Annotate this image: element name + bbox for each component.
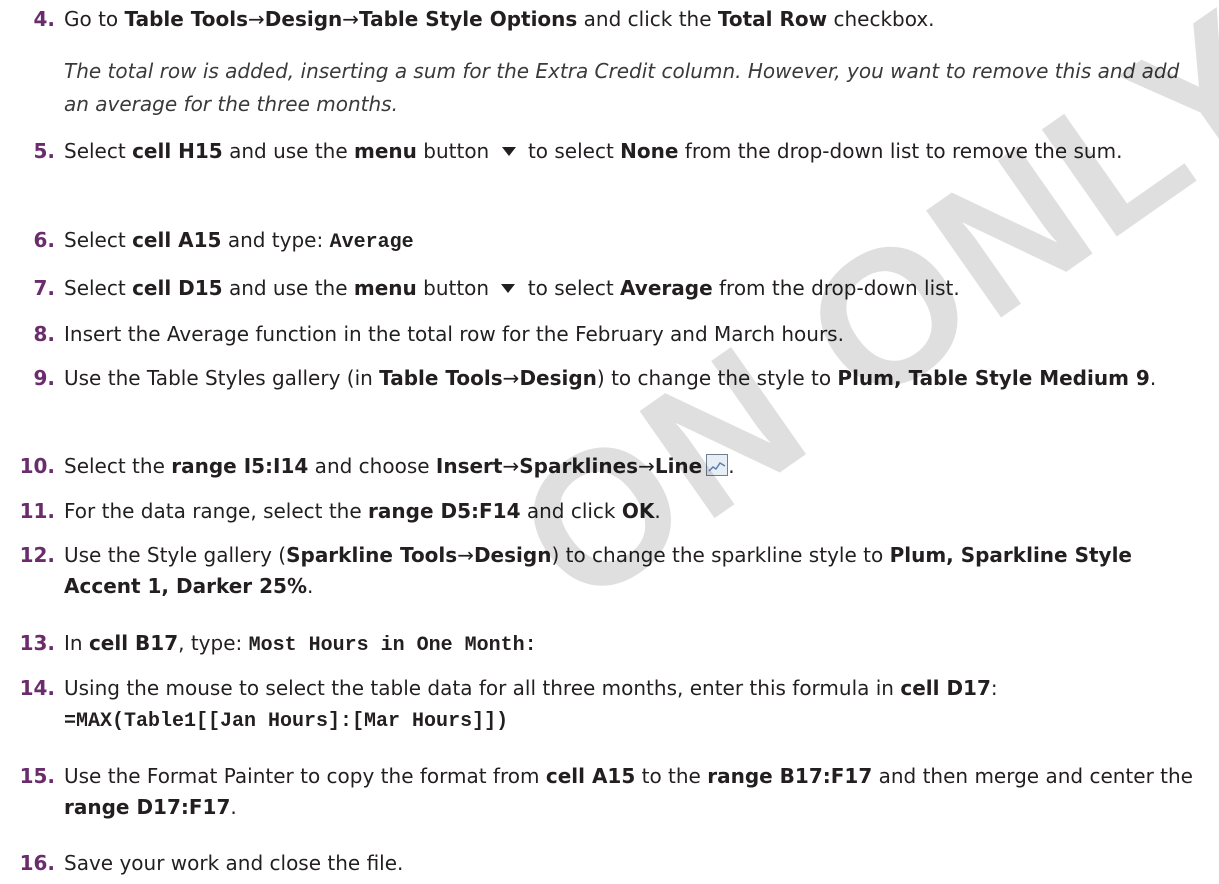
step-number: 16.	[19, 851, 55, 875]
step-5: 5. Select cell H15 and use the menu butt…	[8, 136, 1213, 167]
step-text: Use the Style gallery (Sparkline Tools→D…	[64, 543, 1132, 598]
step-number: 7.	[33, 276, 55, 300]
step-13: 13. In cell B17, type: Most Hours in One…	[8, 628, 1213, 661]
step-number: 13.	[19, 631, 55, 655]
step-text: Select the range I5:I14 and choose Inser…	[64, 454, 735, 478]
dropdown-arrow-icon	[501, 284, 516, 293]
step-4: 4. Go to Table Tools→Design→Table Style …	[8, 4, 1213, 35]
step-number: 9.	[33, 366, 55, 390]
step-number: 10.	[19, 454, 55, 478]
step-text: Select cell D15 and use the menu button …	[64, 276, 960, 300]
step-11: 11. For the data range, select the range…	[8, 496, 1213, 527]
step-text: Save your work and close the file.	[64, 851, 404, 875]
step-15: 15. Use the Format Painter to copy the f…	[8, 761, 1213, 823]
dropdown-arrow-icon	[501, 147, 516, 156]
step-text: Select cell A15 and type: Average	[64, 228, 414, 254]
step-text: In cell B17, type: Most Hours in One Mon…	[64, 631, 537, 657]
step-note: The total row is added, inserting a sum …	[64, 59, 1180, 116]
step-8: 8. Insert the Average function in the to…	[8, 319, 1213, 350]
step-number: 12.	[19, 543, 55, 567]
step-6: 6. Select cell A15 and type: Average	[8, 225, 1213, 258]
sparkline-line-icon	[706, 454, 729, 476]
step-10: 10. Select the range I5:I14 and choose I…	[8, 451, 1213, 482]
step-14: 14. Using the mouse to select the table …	[8, 673, 1213, 737]
step-number: 6.	[33, 228, 55, 252]
step-number: 8.	[33, 322, 55, 346]
step-text: For the data range, select the range D5:…	[64, 499, 661, 523]
step-9: 9. Use the Table Styles gallery (in Tabl…	[8, 363, 1213, 394]
step-text: Select cell H15 and use the menu button …	[64, 139, 1123, 163]
step-16: 16. Save your work and close the file.	[8, 848, 1213, 879]
step-number: 15.	[19, 764, 55, 788]
step-text: Using the mouse to select the table data…	[64, 676, 998, 733]
step-12: 12. Use the Style gallery (Sparkline Too…	[8, 540, 1213, 602]
step-number: 11.	[19, 499, 55, 523]
step-number: 14.	[19, 676, 55, 700]
step-text: Go to Table Tools→Design→Table Style Opt…	[64, 7, 935, 31]
step-number: 4.	[33, 7, 55, 31]
step-7: 7. Select cell D15 and use the menu butt…	[8, 273, 1213, 304]
step-text: Insert the Average function in the total…	[64, 322, 844, 346]
step-text: Use the Table Styles gallery (in Table T…	[64, 366, 1157, 390]
step-text: Use the Format Painter to copy the forma…	[64, 764, 1193, 819]
step-number: 5.	[33, 139, 55, 163]
